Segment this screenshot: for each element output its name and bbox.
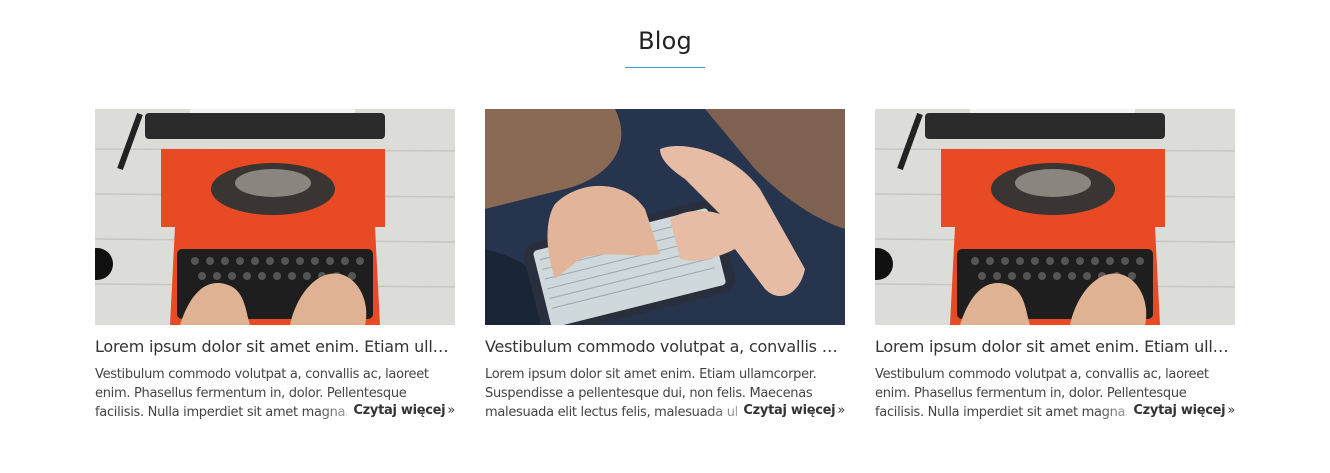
read-more-label: Czytaj więcej — [353, 403, 446, 418]
blog-post-card: Lorem ipsum dolor sit amet enim. Etiam u… — [95, 109, 455, 429]
double-chevron-right-icon: » — [1227, 403, 1235, 418]
post-title[interactable]: Lorem ipsum dolor sit amet enim. Etiam u… — [95, 337, 455, 356]
post-thumbnail-typewriter[interactable] — [875, 109, 1235, 325]
read-more-link[interactable]: Czytaj więcej» — [347, 403, 455, 418]
post-thumbnail-typewriter[interactable] — [95, 109, 455, 325]
double-chevron-right-icon: » — [837, 403, 845, 418]
read-more-label: Czytaj więcej — [743, 403, 836, 418]
double-chevron-right-icon: » — [447, 403, 455, 418]
section-title: Blog — [638, 27, 692, 55]
blog-section: Blog Lorem ipsum dolor sit amet enim. Et… — [0, 0, 1330, 473]
title-underline — [625, 67, 705, 68]
blog-post-card: Lorem ipsum dolor sit amet enim. Etiam u… — [875, 109, 1235, 429]
blog-post-card: Vestibulum commodo volutpat a, convallis… — [485, 109, 845, 429]
post-thumbnail-smartphone[interactable] — [485, 109, 845, 325]
read-more-link[interactable]: Czytaj więcej» — [737, 403, 845, 418]
post-title[interactable]: Vestibulum commodo volutpat a, convallis… — [485, 337, 845, 356]
read-more-label: Czytaj więcej — [1133, 403, 1226, 418]
read-more-link[interactable]: Czytaj więcej» — [1127, 403, 1235, 418]
post-title[interactable]: Lorem ipsum dolor sit amet enim. Etiam u… — [875, 337, 1235, 356]
